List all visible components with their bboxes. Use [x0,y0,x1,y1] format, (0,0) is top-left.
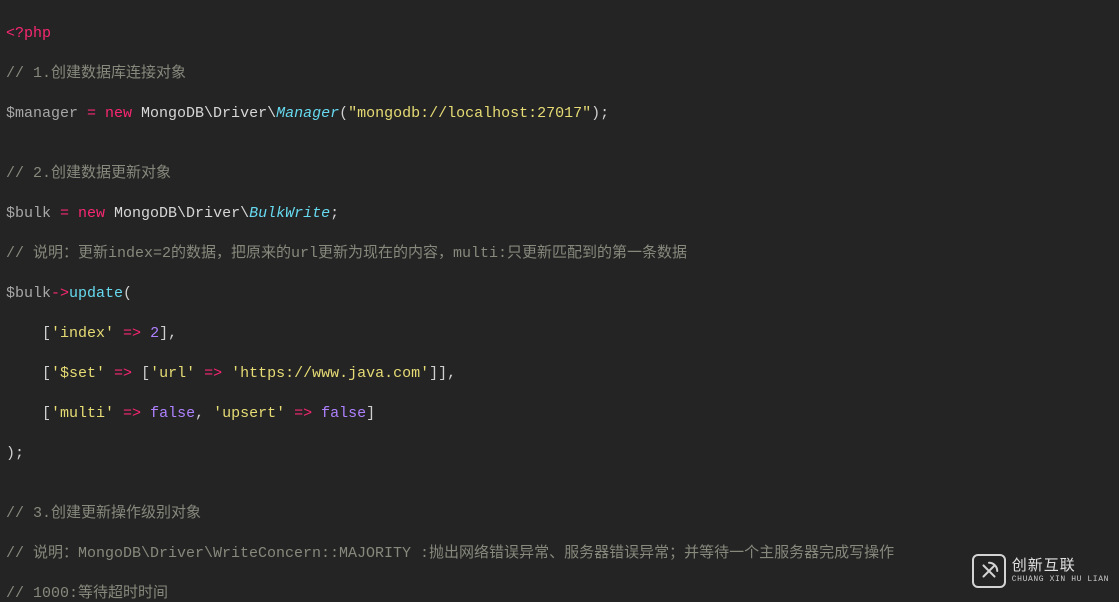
code-line: // 3.创建更新操作级别对象 [6,504,1113,524]
watermark-pinyin: CHUANG XIN HU LIAN [1012,576,1109,584]
variable: $manager [6,105,78,122]
code-line: ['index' => 2], [6,324,1113,344]
code-line: // 1.创建数据库连接对象 [6,64,1113,84]
comment: // 1.创建数据库连接对象 [6,65,186,82]
code-line: // 说明：MongoDB\Driver\WriteConcern::MAJOR… [6,544,1113,564]
code-line: // 2.创建数据更新对象 [6,164,1113,184]
code-line: // 1000:等待超时时间 [6,584,1113,602]
watermark: 创新互联 CHUANG XIN HU LIAN [972,554,1109,588]
code-line: ); [6,444,1113,464]
watermark-chinese: 创新互联 [1012,558,1109,573]
code-line: $bulk->update( [6,284,1113,304]
watermark-text: 创新互联 CHUANG XIN HU LIAN [1012,558,1109,584]
code-line: ['multi' => false, 'upsert' => false] [6,404,1113,424]
code-line: <?php [6,24,1113,44]
code-line: ['$set' => ['url' => 'https://www.java.c… [6,364,1113,384]
comment: // 说明：MongoDB\Driver\WriteConcern::MAJOR… [6,545,894,562]
code-editor[interactable]: <?php // 1.创建数据库连接对象 $manager = new Mong… [0,0,1119,602]
code-line: $bulk = new MongoDB\Driver\BulkWrite; [6,204,1113,224]
php-open-tag: <?php [6,25,51,42]
code-line: $manager = new MongoDB\Driver\Manager("m… [6,104,1113,124]
comment: // 3.创建更新操作级别对象 [6,505,201,522]
comment: // 说明：更新index=2的数据，把原来的url更新为现在的内容，multi… [6,245,687,262]
comment: // 1000:等待超时时间 [6,585,168,602]
comment: // 2.创建数据更新对象 [6,165,171,182]
watermark-logo-icon [972,554,1006,588]
code-line: // 说明：更新index=2的数据，把原来的url更新为现在的内容，multi… [6,244,1113,264]
